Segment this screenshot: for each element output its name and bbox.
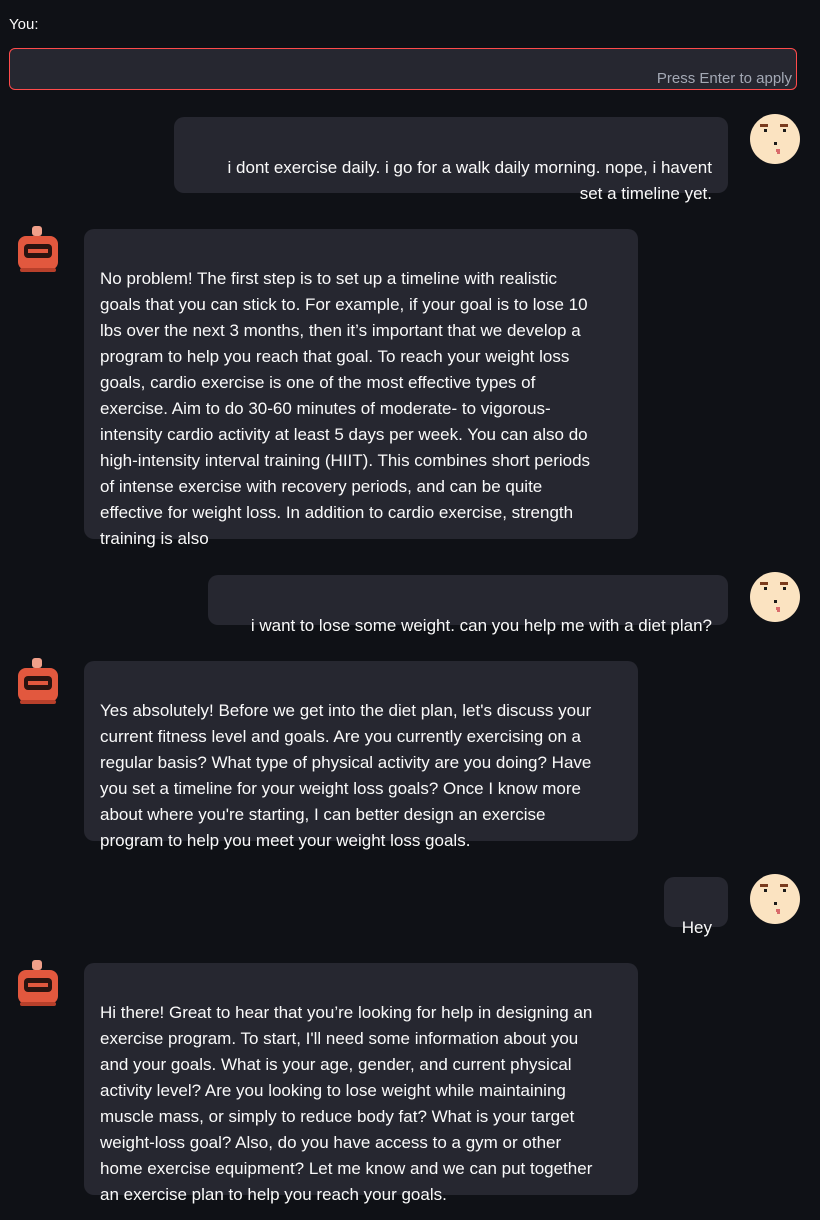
user-avatar-icon [750,114,800,164]
bot-message-text: Yes absolutely! Before we get into the d… [100,701,592,850]
user-message: i want to lose some weight. can you help… [208,575,728,635]
bot-message: No problem! The first step is to set up … [84,229,638,548]
input-hint: Press Enter to apply [656,70,792,87]
user-message: i dont exercise daily. i go for a walk d… [174,117,728,203]
bot-message-text: Hi there! Great to hear that you’re look… [100,1003,593,1204]
user-message-text: Hey [681,918,712,937]
chat-input-container[interactable]: Press Enter to apply [9,48,797,90]
bot-avatar-icon [18,960,58,1006]
user-avatar-icon [750,572,800,622]
user-message: Hey [664,877,728,937]
input-label: You: [9,16,39,33]
chat-input[interactable] [20,57,624,83]
user-message-text: i want to lose some weight. can you help… [250,616,712,635]
bot-message-text: No problem! The first step is to set up … [100,269,591,548]
bot-message: Yes absolutely! Before we get into the d… [84,661,638,850]
bot-avatar-icon [18,226,58,272]
bot-avatar-icon [18,658,58,704]
bot-message: Hi there! Great to hear that you’re look… [84,963,638,1204]
user-message-text: i dont exercise daily. i go for a walk d… [227,158,712,203]
user-avatar-icon [750,874,800,924]
